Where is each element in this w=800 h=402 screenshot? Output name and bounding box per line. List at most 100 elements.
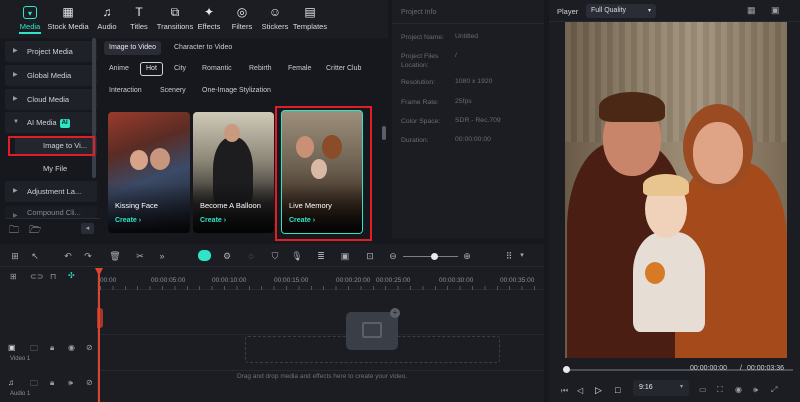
track-headers <box>0 268 98 402</box>
speed-icon[interactable]: ◌ <box>245 251 257 261</box>
tag-critter-club[interactable]: Critter Club <box>321 62 366 76</box>
volume-icon[interactable]: 🕪 <box>753 385 758 395</box>
shield-icon[interactable]: ⛉ <box>269 251 281 262</box>
sidebar-item-ai-media[interactable]: ▼ AI Media AI <box>5 112 97 133</box>
playhead-marker[interactable] <box>97 308 103 328</box>
link-icon[interactable]: ⊂⊃ <box>30 272 43 281</box>
stop-icon[interactable]: □ <box>615 385 620 395</box>
more-tools-icon[interactable]: » <box>156 251 168 261</box>
card-create-link[interactable]: Create › <box>115 217 141 224</box>
template-card-become-a-balloon[interactable]: Become A Balloon Create › <box>193 112 274 233</box>
preview-face-mother <box>693 122 743 184</box>
info-value: 25fps <box>455 98 472 105</box>
collapse-sidebar-button[interactable]: ◂ <box>81 223 94 234</box>
drop-hint-text: Drag and drop media and effects here to … <box>236 373 408 380</box>
display-icon[interactable]: ▭ <box>699 385 707 394</box>
ruler-tick: 00:00:35:00 <box>500 277 535 284</box>
magnet-icon[interactable]: ⊓ <box>50 272 56 281</box>
template-card-kissing-face[interactable]: Kissing Face Create › <box>108 112 190 233</box>
folder-icon[interactable]: 🗀 <box>30 343 38 357</box>
player-panel: Player Full Quality ▾ ▦ ▣ 00:00:00:00 / 0… <box>549 0 800 402</box>
tab-image-to-video[interactable]: Image to Video <box>104 41 161 55</box>
voiceover-icon[interactable]: ≣ <box>315 251 327 262</box>
progress-knob[interactable] <box>563 366 570 373</box>
volume-icon[interactable]: 🕪 <box>68 378 73 388</box>
lock-icon[interactable]: 🔒︎ <box>50 378 54 388</box>
folder-icon[interactable]: 🗁 <box>29 223 41 240</box>
tab-stickers[interactable]: ☺ Stickers <box>256 5 294 32</box>
microphone-icon[interactable]: 🎙 <box>291 251 303 262</box>
sidebar-item-adjustment-layer[interactable]: ▶ Adjustment La... <box>5 181 97 202</box>
ruler-tick: 00:00:20:00 <box>336 277 371 284</box>
expand-icon[interactable]: ⤢ <box>771 385 777 395</box>
chevron-right-icon: ▶ <box>13 48 18 54</box>
tag-romantic[interactable]: Romantic <box>197 62 237 76</box>
step-back-icon[interactable]: ◁ <box>577 386 583 395</box>
redo-icon[interactable]: ↷ <box>82 251 94 262</box>
zoom-out-icon[interactable]: ⊖ <box>387 251 399 262</box>
scissors-icon[interactable]: ✂ <box>134 251 146 262</box>
tab-templates[interactable]: ▤ Templates <box>290 6 330 32</box>
undo-icon[interactable]: ↶ <box>62 251 74 262</box>
video-preview[interactable] <box>565 22 787 358</box>
tag-one-image-stylization[interactable]: One-Image Stylization <box>197 84 276 98</box>
tag-interaction[interactable]: Interaction <box>104 84 147 98</box>
folder-icon[interactable]: 🗀 <box>30 378 38 392</box>
sidebar-item-cloud-media[interactable]: ▶ Cloud Media <box>5 89 97 110</box>
chevron-right-icon: ▶ <box>13 72 18 78</box>
info-value: 1080 x 1920 <box>455 78 493 85</box>
eye-icon[interactable]: ◉ <box>68 343 75 352</box>
replace-icon[interactable]: ▣ <box>339 251 351 262</box>
tab-character-to-video[interactable]: Character to Video <box>169 41 237 55</box>
card-label: Become A Balloon <box>200 201 261 210</box>
quality-select[interactable]: Full Quality ▾ <box>586 4 656 18</box>
tag-rebirth[interactable]: Rebirth <box>244 62 277 76</box>
sidebar-item-global-media[interactable]: ▶ Global Media <box>5 65 97 86</box>
playhead[interactable] <box>98 268 100 402</box>
render-toggle-icon[interactable] <box>198 250 211 261</box>
play-icon[interactable]: ▷ <box>595 385 602 396</box>
mute-icon[interactable]: ⊘ <box>86 343 93 352</box>
tag-female[interactable]: Female <box>283 62 316 76</box>
titles-icon: T <box>135 5 143 19</box>
crop-icon[interactable]: ⊡ <box>364 251 376 262</box>
project-info-panel: Project Info Project Name: Untitled Proj… <box>392 0 544 238</box>
transitions-icon: ⧉ <box>170 5 180 19</box>
sidebar-subitem-my-file[interactable]: My File <box>15 160 97 178</box>
tag-anime[interactable]: Anime <box>104 62 134 76</box>
delete-icon[interactable]: 🗑 <box>109 251 121 262</box>
lock-icon[interactable]: 🔒︎ <box>50 343 54 353</box>
fullscreen-icon[interactable]: ⛶ <box>717 385 723 395</box>
aspect-ratio-select[interactable]: 9:16 ▾ <box>633 380 689 396</box>
add-track-icon[interactable]: ⊞ <box>10 272 17 281</box>
tag-city[interactable]: City <box>169 62 191 76</box>
camera-icon[interactable]: ◉ <box>735 385 742 394</box>
preview-toy <box>645 262 665 284</box>
library-scrollbar[interactable] <box>382 126 386 140</box>
mute-icon[interactable]: ⊘ <box>86 378 93 387</box>
new-folder-icon[interactable]: 🗀 <box>9 223 19 240</box>
select-tool-icon[interactable]: ↖ <box>29 251 41 262</box>
prev-frame-icon[interactable]: ⏮ <box>561 386 568 396</box>
tag-scenery[interactable]: Scenery <box>155 84 191 98</box>
grid-view-icon[interactable]: ▦ <box>747 5 756 16</box>
tab-stock-media[interactable]: ▦ Stock Media <box>46 6 90 32</box>
track-divider <box>100 334 544 335</box>
snapshot-image-icon[interactable]: ▣ <box>771 5 780 16</box>
tag-hot[interactable]: Hot <box>140 62 163 76</box>
sidebar-item-compound-clip[interactable]: ▶ Compound Cli... <box>5 206 97 218</box>
stickers-icon: ☺ <box>268 5 282 19</box>
chevron-down-icon[interactable]: ▾ <box>516 251 528 259</box>
card-create-link[interactable]: Create › <box>200 217 226 224</box>
snap-icon[interactable]: ✣ <box>68 271 75 280</box>
sidebar-item-project-media[interactable]: ▶ Project Media <box>5 41 97 62</box>
tab-media[interactable]: ▾ Media <box>11 6 49 34</box>
layout-icon[interactable]: ⊞ <box>9 251 21 262</box>
ai-tool-icon[interactable]: ⚙ <box>221 251 233 262</box>
zoom-slider-knob[interactable] <box>431 253 438 260</box>
zoom-in-icon[interactable]: ⊕ <box>461 251 473 262</box>
audio-icon: ♫ <box>102 5 112 19</box>
sidebar-scrollbar[interactable] <box>92 38 96 178</box>
grid-options-icon[interactable]: ⠿ <box>503 251 515 262</box>
card-label: Kissing Face <box>115 201 158 210</box>
